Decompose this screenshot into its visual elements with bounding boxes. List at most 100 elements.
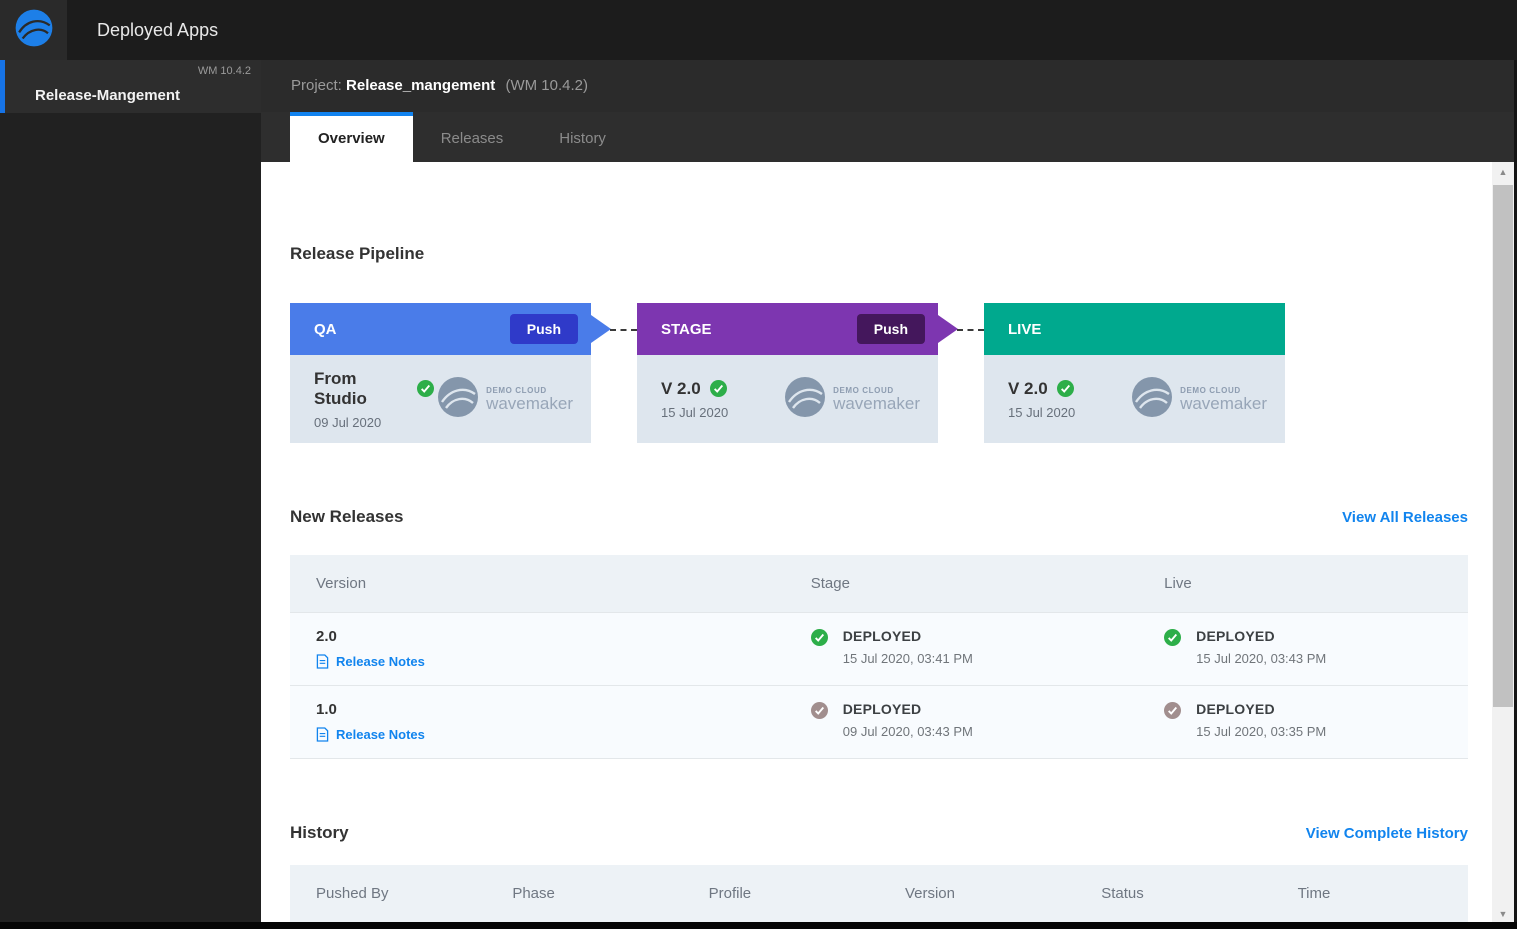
release-notes-link[interactable]: Release Notes <box>316 727 785 742</box>
live-success-check-icon <box>1056 380 1074 397</box>
column-header-stage: Stage <box>810 575 850 592</box>
stage-deploy-date: 15 Jul 2020 <box>661 404 729 420</box>
tab-overview[interactable]: Overview <box>290 112 413 162</box>
new-releases-heading: New Releases <box>290 507 404 526</box>
live-cloud-logo: DEMO CLOUD wavemaker <box>1128 373 1267 426</box>
qa-stage-connector-line <box>610 329 637 331</box>
pipeline-card-live: LIVE V 2.0 15 Jul 2020 DEMO CLOUD wavema… <box>984 303 1285 443</box>
live-card-header: LIVE <box>984 303 1285 355</box>
new-releases-table-header: Version Stage Live <box>290 555 1468 612</box>
scrollbar-track[interactable]: ▲ ▼ <box>1492 162 1514 929</box>
stage-card-header: STAGE Push <box>637 303 984 355</box>
topbar: Deployed Apps <box>0 0 1517 60</box>
wavemaker-label: wavemaker <box>1180 394 1267 413</box>
pipeline-cards: QA Push From Studio 09 Jul 2020 DEMO CLO… <box>290 303 1468 443</box>
scrollbar-up-arrow[interactable]: ▲ <box>1492 167 1514 177</box>
qa-card-body: From Studio 09 Jul 2020 DEMO CLOUD wavem… <box>290 355 591 443</box>
column-header-phase: Phase <box>512 885 555 902</box>
history-table: Pushed By Phase Profile Version Status T… <box>290 865 1468 922</box>
live-time: 15 Jul 2020, 03:35 PM <box>1196 724 1327 739</box>
column-header-live: Live <box>1164 575 1192 592</box>
stage-version-text: V 2.0 <box>661 378 701 398</box>
release-notes-link[interactable]: Release Notes <box>316 654 785 669</box>
demo-cloud-wave-icon <box>781 373 829 426</box>
tab-history[interactable]: History <box>531 112 634 162</box>
live-status: DEPLOYED <box>1196 701 1275 717</box>
document-icon <box>316 654 329 669</box>
app-window: Deployed Apps Release-Mangement WM 10.4.… <box>0 0 1517 929</box>
deployed-check-icon <box>810 629 828 646</box>
project-version: (WM 10.4.2) <box>505 77 588 94</box>
stage-status: DEPLOYED <box>842 701 922 717</box>
project-label: Project: <box>291 77 342 94</box>
qa-version-text: From Studio <box>314 368 367 408</box>
live-stage-name: LIVE <box>1008 320 1042 338</box>
tab-releases[interactable]: Releases <box>413 112 532 162</box>
table-row: 2.0 Release Notes DEPLOYED 15 Jul 2020, … <box>290 612 1468 685</box>
scrollbar-thumb[interactable] <box>1493 185 1513 707</box>
deployed-check-icon <box>1164 629 1182 646</box>
project-header: Project: Release_mangement (WM 10.4.2) <box>261 60 1517 112</box>
stage-time: 15 Jul 2020, 03:41 PM <box>842 651 973 666</box>
history-heading: History <box>290 823 349 842</box>
column-header-time: Time <box>1297 885 1331 902</box>
deployed-check-icon-muted <box>810 702 828 719</box>
qa-stage-name: QA <box>314 320 337 338</box>
stage-status: DEPLOYED <box>842 628 922 644</box>
live-status: DEPLOYED <box>1196 628 1275 644</box>
live-deploy-date: 15 Jul 2020 <box>1008 404 1076 420</box>
column-header-status: Status <box>1101 885 1144 902</box>
sidebar-item-label: Release-Mangement <box>35 87 181 104</box>
release-version: 2.0 <box>316 628 337 645</box>
pipeline-card-stage: STAGE Push V 2.0 15 Jul 2020 DEMO CLOUD … <box>637 303 984 443</box>
new-releases-table: Version Stage Live 2.0 Release Notes DEP… <box>290 555 1468 759</box>
release-pipeline-heading: Release Pipeline <box>290 244 425 263</box>
sidebar: Release-Mangement WM 10.4.2 <box>0 60 261 929</box>
tabbar: Overview Releases History <box>261 112 1517 162</box>
sidebar-item-version-badge: WM 10.4.2 <box>197 65 251 77</box>
app-title: Deployed Apps <box>97 20 219 40</box>
scrollbar-down-arrow[interactable]: ▼ <box>1492 909 1514 919</box>
live-time: 15 Jul 2020, 03:43 PM <box>1196 651 1327 666</box>
release-notes-label: Release Notes <box>336 727 425 742</box>
stage-live-connector-line <box>957 329 984 331</box>
stage-arrow-icon <box>938 315 958 343</box>
live-version-text: V 2.0 <box>1008 378 1048 398</box>
qa-deploy-date: 09 Jul 2020 <box>314 414 382 430</box>
project-name: Release_mangement <box>346 77 496 94</box>
column-header-version: Version <box>904 885 955 902</box>
window-bottom-edge <box>0 922 1517 929</box>
live-card-body: V 2.0 15 Jul 2020 DEMO CLOUD wavemaker <box>984 355 1285 443</box>
stage-push-button[interactable]: Push <box>856 314 925 344</box>
table-row: 1.0 Release Notes DEPLOYED 09 Jul 2020, … <box>290 685 1468 759</box>
deployed-check-icon-muted <box>1164 702 1182 719</box>
wavemaker-logo[interactable] <box>0 0 67 60</box>
wavemaker-wave-icon <box>13 7 55 54</box>
wavemaker-label: wavemaker <box>486 394 573 413</box>
qa-cloud-logo: DEMO CLOUD wavemaker <box>434 373 573 426</box>
column-header-version: Version <box>316 575 367 592</box>
demo-cloud-wave-icon <box>434 373 482 426</box>
stage-stage-name: STAGE <box>661 320 712 338</box>
wavemaker-label: wavemaker <box>833 394 920 413</box>
qa-card-header: QA Push <box>290 303 637 355</box>
pipeline-card-qa: QA Push From Studio 09 Jul 2020 DEMO CLO… <box>290 303 637 443</box>
qa-arrow-icon <box>591 315 611 343</box>
release-notes-label: Release Notes <box>336 654 425 669</box>
column-header-pushed-by: Pushed By <box>316 885 389 902</box>
qa-success-check-icon <box>417 380 435 397</box>
stage-cloud-logo: DEMO CLOUD wavemaker <box>781 373 920 426</box>
demo-cloud-wave-icon <box>1128 373 1176 426</box>
history-table-header: Pushed By Phase Profile Version Status T… <box>290 865 1468 922</box>
sidebar-item-release-management[interactable]: Release-Mangement WM 10.4.2 <box>0 60 261 113</box>
stage-success-check-icon <box>709 380 727 397</box>
qa-push-button[interactable]: Push <box>509 314 578 344</box>
view-complete-history-link[interactable]: View Complete History <box>1306 825 1468 842</box>
stage-card-body: V 2.0 15 Jul 2020 DEMO CLOUD wavemaker <box>637 355 938 443</box>
release-version: 1.0 <box>316 701 337 718</box>
stage-time: 09 Jul 2020, 03:43 PM <box>842 724 973 739</box>
column-header-profile: Profile <box>708 885 752 902</box>
content-area: Release Pipeline QA Push From Studio 09 … <box>261 162 1517 929</box>
document-icon <box>316 727 329 742</box>
view-all-releases-link[interactable]: View All Releases <box>1342 509 1468 526</box>
